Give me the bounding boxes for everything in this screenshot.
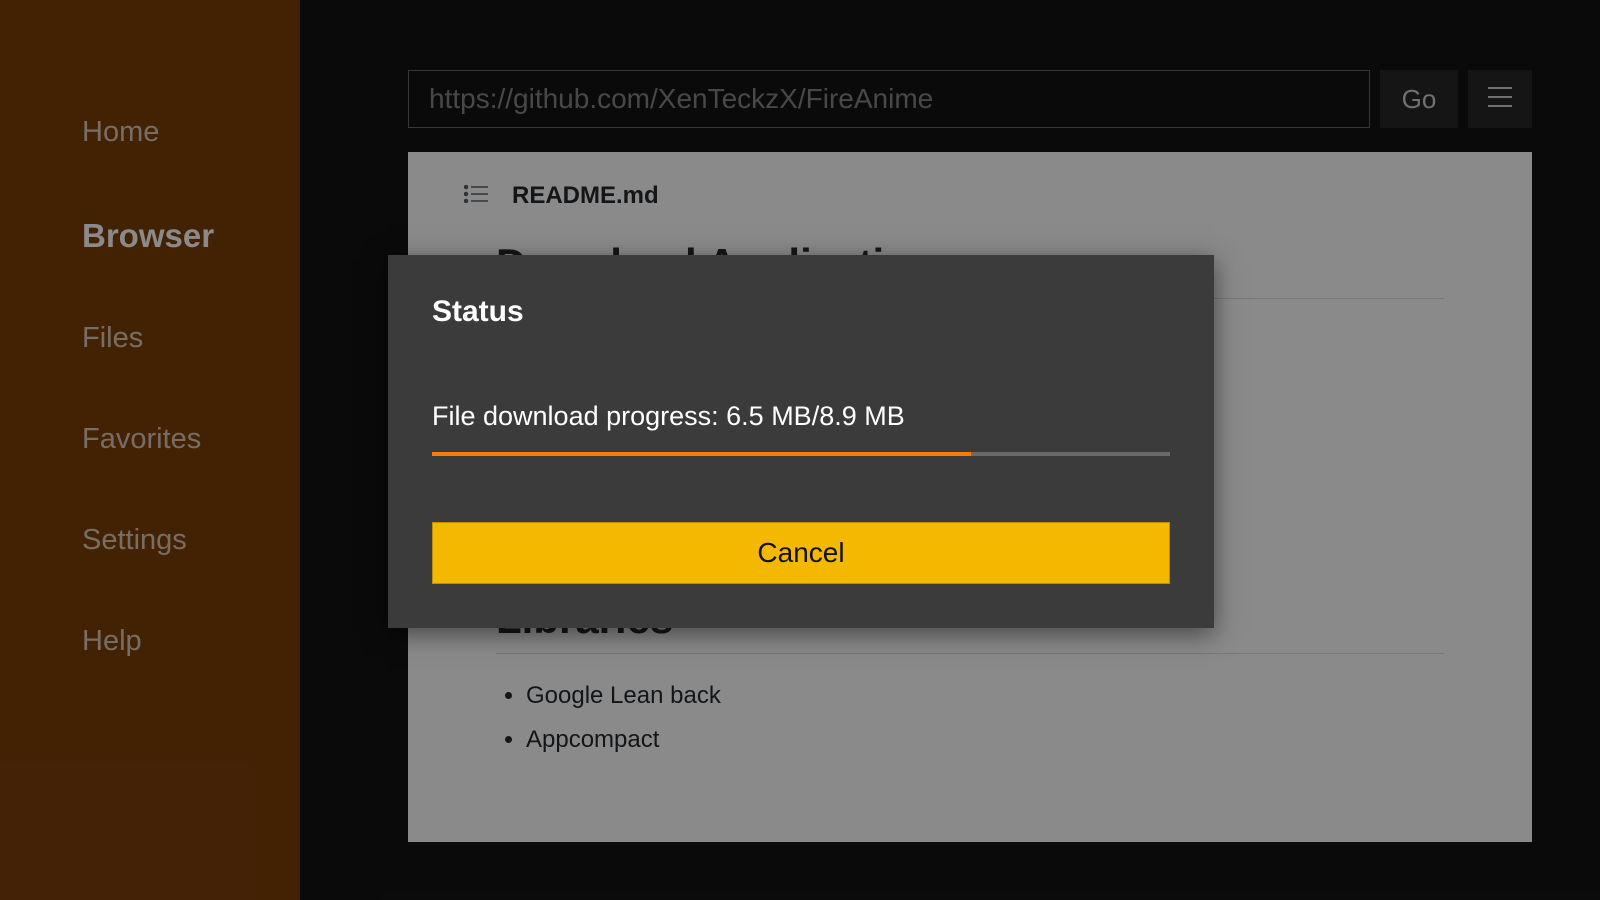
dialog-title: Status — [432, 295, 1170, 329]
cancel-button[interactable]: Cancel — [432, 522, 1170, 584]
progress-bar-fill — [432, 452, 971, 456]
download-progress-text: File download progress: 6.5 MB/8.9 MB — [432, 401, 1170, 432]
cancel-button-label: Cancel — [757, 537, 844, 569]
download-status-dialog: Status File download progress: 6.5 MB/8.… — [388, 255, 1214, 628]
progress-bar — [432, 452, 1170, 456]
